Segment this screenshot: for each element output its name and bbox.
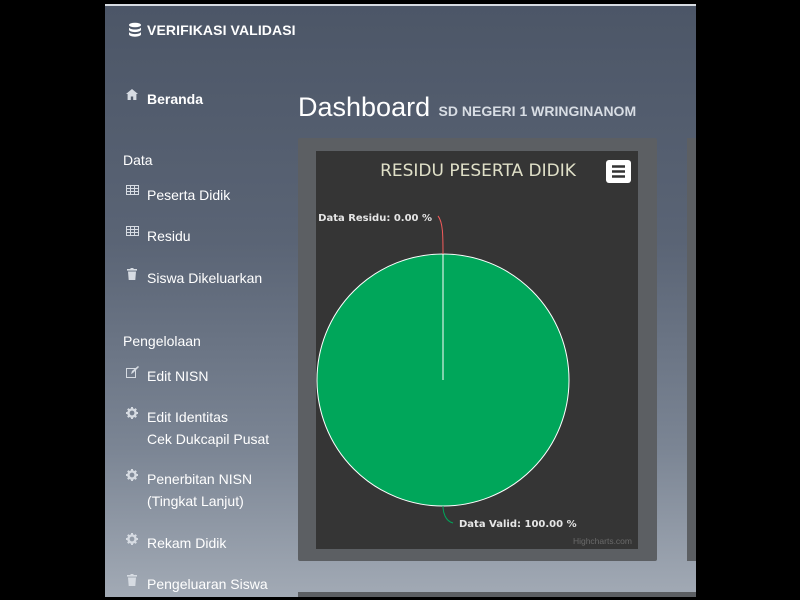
pie-chart-container: RESIDU PESERTA DIDIK Data Residu: 0.00 %… xyxy=(316,151,638,549)
sidebar-item-label: Siswa Dikeluarkan xyxy=(147,270,263,286)
chart-credits[interactable]: Highcharts.com xyxy=(573,536,632,546)
gear-icon xyxy=(125,533,139,545)
sidebar-item-label: Edit Identitas xyxy=(147,409,228,425)
sidebar-item-penerbitan-nisn[interactable]: Penerbitan NISN (Tingkat Lanjut) xyxy=(125,468,252,512)
gear-icon xyxy=(125,469,139,481)
sidebar-item-edit-nisn[interactable]: Edit NISN xyxy=(125,365,208,387)
pie-chart: RESIDU PESERTA DIDIK Data Residu: 0.00 %… xyxy=(316,160,632,546)
sidebar-item-label: Edit NISN xyxy=(147,368,209,384)
sidebar-item-label: Rekam Didik xyxy=(147,535,227,551)
sidebar-item-label: Beranda xyxy=(147,91,204,107)
sidebar-item-label-group: Penerbitan NISN (Tingkat Lanjut) xyxy=(147,468,252,512)
chart-panel: RESIDU PESERTA DIDIK Data Residu: 0.00 %… xyxy=(298,138,657,561)
database-icon xyxy=(129,22,141,37)
trash-icon xyxy=(125,268,139,280)
data-label: Data Residu: 0.00 % xyxy=(318,213,432,224)
brand[interactable]: VERIFIKASI VALIDASI xyxy=(127,22,296,38)
edit-icon xyxy=(125,366,139,378)
hamburger-menu-icon[interactable] xyxy=(606,160,631,183)
sidebar-item-label-group: Edit Identitas Cek Dukcapil Pusat xyxy=(147,406,269,450)
sidebar-item-beranda[interactable]: Beranda xyxy=(125,88,203,110)
sidebar-item-label: Residu xyxy=(147,228,191,244)
data-label: Data Valid: 100.00 % xyxy=(459,519,577,530)
gear-icon xyxy=(125,407,139,419)
table-icon xyxy=(125,185,139,195)
pie-slices xyxy=(316,253,570,507)
panel-bottom xyxy=(298,592,696,597)
data-label-connector xyxy=(437,215,444,255)
trash-icon xyxy=(125,574,139,586)
sidebar-item-siswa-dikeluarkan[interactable]: Siswa Dikeluarkan xyxy=(125,267,262,289)
page-title-text: Dashboard xyxy=(298,92,431,122)
data-label-connector xyxy=(442,505,454,524)
sidebar-section-pengelolaan: Pengelolaan xyxy=(123,333,201,349)
sidebar-item-pengeluaran-siswa[interactable]: Pengeluaran Siswa xyxy=(125,573,268,595)
sidebar-item-rekam-didik[interactable]: Rekam Didik xyxy=(125,532,226,554)
sidebar-item-peserta-didik[interactable]: Peserta Didik xyxy=(125,184,230,206)
home-icon xyxy=(125,89,139,100)
app-window: VERIFIKASI VALIDASI Beranda Data Peserta… xyxy=(105,4,696,597)
sidebar-item-edit-identitas[interactable]: Edit Identitas Cek Dukcapil Pusat xyxy=(125,406,269,450)
table-icon xyxy=(125,226,139,236)
brand-title: VERIFIKASI VALIDASI xyxy=(147,22,296,38)
school-name: SD NEGERI 1 WRINGINANOM xyxy=(438,103,637,119)
sidebar-section-data: Data xyxy=(123,152,153,168)
sidebar-item-label: Peserta Didik xyxy=(147,187,231,203)
sidebar-item-label: Pengeluaran Siswa xyxy=(147,576,268,592)
chart-title: RESIDU PESERTA DIDIK xyxy=(380,161,577,181)
sidebar-item-sublabel: Cek Dukcapil Pusat xyxy=(147,431,270,447)
sidebar-item-label: Penerbitan NISN xyxy=(147,471,253,487)
page-title: Dashboard SD NEGERI 1 WRINGINANOM xyxy=(298,92,636,123)
sidebar-item-sublabel: (Tingkat Lanjut) xyxy=(147,493,244,509)
chart-panel-secondary xyxy=(687,138,696,561)
sidebar-item-residu[interactable]: Residu xyxy=(125,225,191,247)
